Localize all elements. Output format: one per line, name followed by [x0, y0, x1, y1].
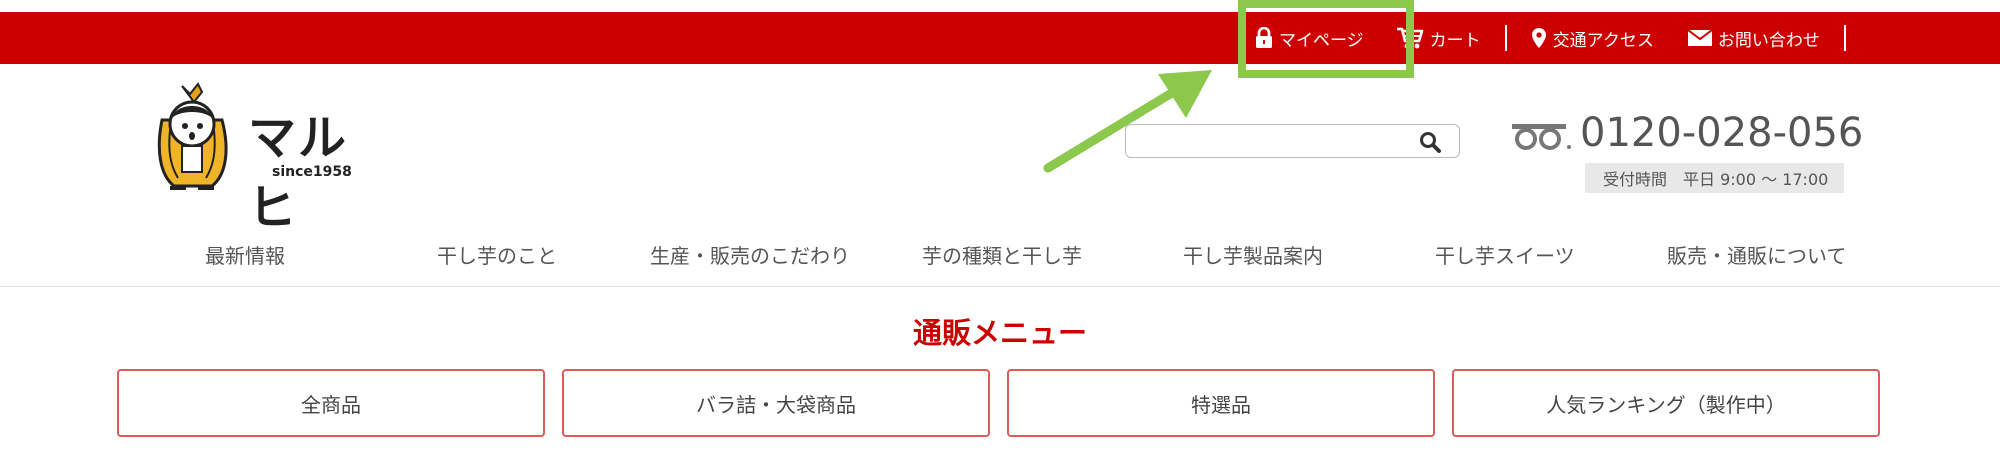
site-logo[interactable]: マルヒ since1958 [150, 80, 380, 236]
annotation-arrow-icon [1043, 70, 1212, 173]
contact-label: お問い合わせ [1717, 30, 1820, 51]
global-nav: 最新情報 干し芋のこと 生産・販売のこだわり 芋の種類と干し芋 干し芋製品案内 … [0, 220, 2000, 287]
nav-item-sweets[interactable]: 干し芋スイーツ [1435, 240, 1575, 269]
search-input[interactable] [1126, 125, 1426, 157]
search-icon[interactable] [1419, 131, 1441, 153]
divider [1504, 25, 1507, 51]
mascot-logo-icon [157, 82, 228, 190]
nav-item-about-hoshiimo[interactable]: 干し芋のこと [437, 240, 557, 269]
map-pin-icon [1531, 28, 1546, 48]
nav-item-sales[interactable]: 販売・通販について [1667, 240, 1846, 269]
shop-menu-title: 通販メニュー [912, 316, 1087, 350]
all-products-button[interactable]: 全商品 [117, 369, 545, 437]
premium-products-button[interactable]: 特選品 [1007, 369, 1435, 437]
ranking-button[interactable]: 人気ランキング（製作中） [1452, 369, 1880, 437]
phone-number[interactable]: 0120-028-056 [1580, 110, 1863, 156]
access-link[interactable]: 交通アクセス [1531, 26, 1654, 51]
button-label: バラ詰・大袋商品 [696, 392, 856, 417]
bulk-products-button[interactable]: バラ詰・大袋商品 [562, 369, 990, 437]
nav-item-varieties[interactable]: 芋の種類と干し芋 [922, 240, 1082, 269]
button-label: 特選品 [1191, 392, 1251, 417]
nav-item-commitment[interactable]: 生産・販売のこだわり [650, 240, 850, 269]
mail-icon [1687, 29, 1712, 46]
access-label: 交通アクセス [1552, 30, 1654, 51]
search-box [1125, 124, 1460, 158]
contact-link[interactable]: お問い合わせ [1687, 26, 1820, 51]
mypage-highlight-box [1238, 0, 1414, 78]
button-label: 全商品 [301, 392, 361, 417]
freedial-icon [1512, 124, 1571, 150]
nav-item-products[interactable]: 干し芋製品案内 [1183, 240, 1323, 269]
business-hours: 受付時間 平日 9:00 ～ 17:00 [1585, 163, 1845, 193]
cart-label: カート [1429, 30, 1481, 51]
button-label: 人気ランキング（製作中） [1546, 392, 1786, 417]
logo-since: since1958 [272, 164, 352, 180]
divider [1843, 25, 1846, 51]
nav-item-news[interactable]: 最新情報 [205, 240, 285, 269]
